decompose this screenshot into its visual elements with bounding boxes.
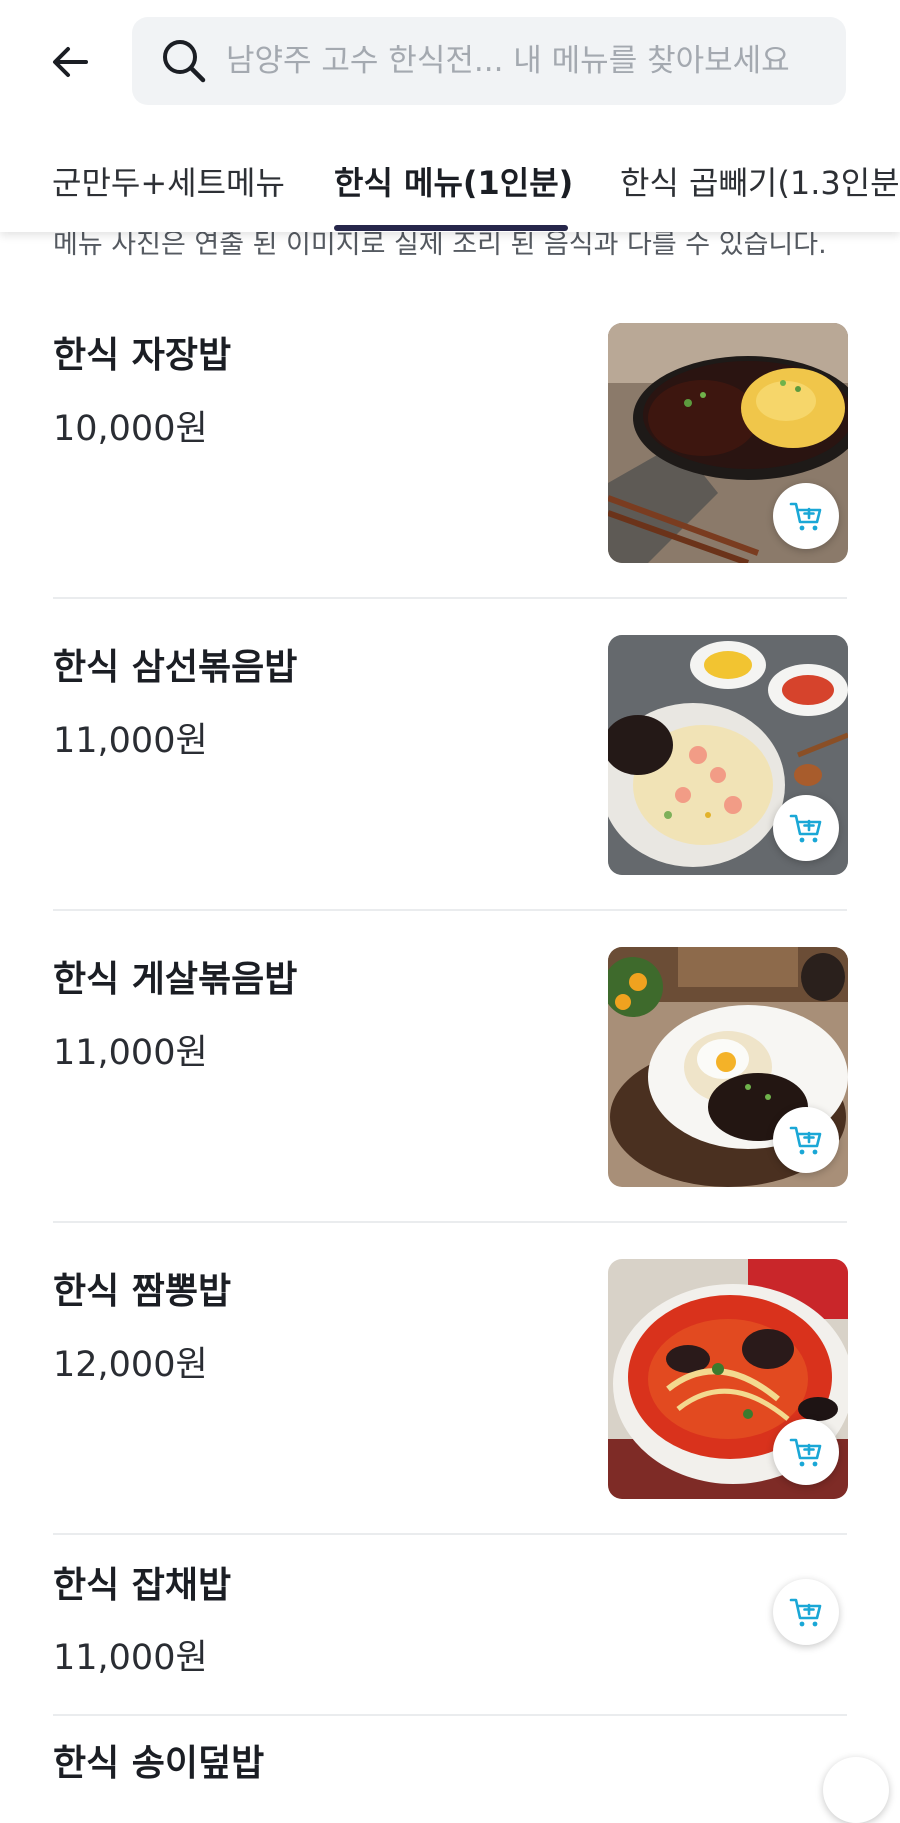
menu-item-price: 11,000원 <box>53 1638 208 1678</box>
add-to-cart-icon <box>789 1126 822 1155</box>
menu-item-price: 11,000원 <box>53 721 208 761</box>
add-to-cart-button[interactable] <box>773 1107 839 1173</box>
menu-item-name: 한식 잡채밥 <box>53 1565 232 1606</box>
menu-item-name: 한식 자장밥 <box>53 335 232 376</box>
add-to-cart-button[interactable] <box>773 483 839 549</box>
divider <box>53 909 847 911</box>
search-box[interactable] <box>132 17 846 105</box>
active-tab-indicator <box>334 225 568 231</box>
back-button[interactable] <box>44 36 96 88</box>
menu-item-name: 한식 게살볶음밥 <box>53 959 298 1000</box>
search-icon <box>163 40 206 83</box>
tab-dumpling-set[interactable]: 군만두+세트메뉴 <box>52 158 285 204</box>
add-to-cart-icon <box>789 814 822 843</box>
divider <box>53 1714 847 1716</box>
category-tabs: 군만두+세트메뉴 한식 메뉴(1인분) 한식 곱빼기(1.3인분 <box>0 140 900 232</box>
back-arrow-icon <box>53 47 88 77</box>
add-to-cart-button[interactable] <box>773 1419 839 1485</box>
divider <box>53 1533 847 1535</box>
menu-item-price: 12,000원 <box>53 1345 208 1385</box>
add-to-cart-icon <box>789 1438 822 1467</box>
divider <box>53 1221 847 1223</box>
add-to-cart-button[interactable] <box>773 1579 839 1645</box>
add-to-cart-icon <box>789 1598 822 1627</box>
divider <box>53 597 847 599</box>
search-input[interactable] <box>224 42 828 80</box>
menu-item-price: 11,000원 <box>53 1033 208 1073</box>
menu-item-name: 한식 삼선볶음밥 <box>53 647 298 688</box>
add-to-cart-button[interactable] <box>773 795 839 861</box>
add-to-cart-icon <box>789 502 822 531</box>
menu-item-name: 한식 송이덮밥 <box>53 1743 265 1784</box>
tab-korean-menu-single[interactable]: 한식 메뉴(1인분) <box>334 158 573 204</box>
menu-item-price: 10,000원 <box>53 409 208 449</box>
top-bar: 군만두+세트메뉴 한식 메뉴(1인분) 한식 곱빼기(1.3인분 <box>0 0 900 232</box>
add-to-cart-button[interactable] <box>823 1757 889 1823</box>
menu-item-name: 한식 짬뽕밥 <box>53 1271 232 1312</box>
tab-korean-large[interactable]: 한식 곱빼기(1.3인분 <box>620 158 900 204</box>
